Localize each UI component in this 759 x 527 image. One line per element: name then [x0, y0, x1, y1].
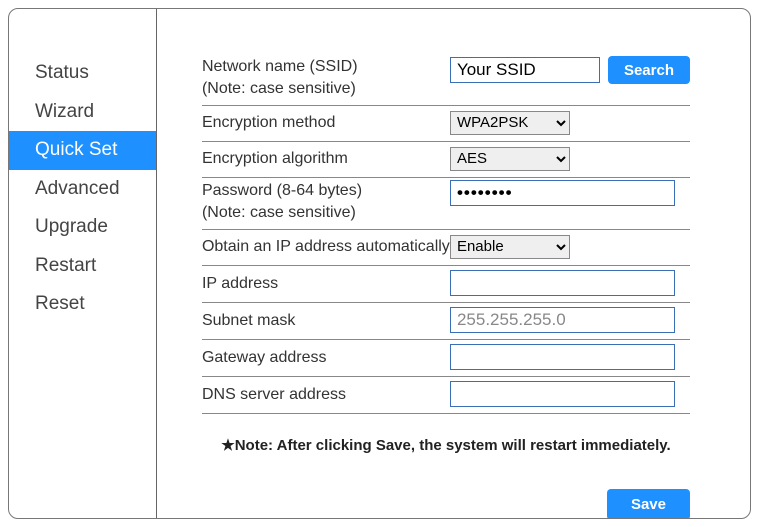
row-enc-method: Encryption method WPA2PSK: [202, 106, 690, 142]
label-ssid-text: Network name (SSID): [202, 56, 450, 78]
dhcp-select[interactable]: Enable: [450, 235, 570, 259]
row-dhcp: Obtain an IP address automatically Enabl…: [202, 230, 690, 266]
sidebar-item-advanced[interactable]: Advanced: [9, 170, 156, 209]
sidebar-item-quick-set[interactable]: Quick Set: [9, 131, 156, 170]
ip-input[interactable]: [450, 270, 675, 296]
sidebar-item-status[interactable]: Status: [9, 54, 156, 93]
enc-algo-select[interactable]: AES: [450, 147, 570, 171]
settings-panel: Status Wizard Quick Set Advanced Upgrade…: [8, 8, 751, 519]
label-password-note: (Note: case sensitive): [202, 202, 450, 224]
label-enc-algo: Encryption algorithm: [202, 148, 450, 170]
sidebar: Status Wizard Quick Set Advanced Upgrade…: [9, 9, 157, 518]
label-password: Password (8-64 bytes) (Note: case sensit…: [202, 180, 450, 223]
ssid-input[interactable]: [450, 57, 600, 83]
password-input[interactable]: [450, 180, 675, 206]
mask-input[interactable]: [450, 307, 675, 333]
search-button[interactable]: Search: [608, 56, 690, 84]
label-ssid: Network name (SSID) (Note: case sensitiv…: [202, 56, 450, 99]
label-dhcp: Obtain an IP address automatically: [202, 236, 450, 258]
label-enc-method: Encryption method: [202, 112, 450, 134]
enc-method-select[interactable]: WPA2PSK: [450, 111, 570, 135]
sidebar-item-upgrade[interactable]: Upgrade: [9, 208, 156, 247]
dns-input[interactable]: [450, 381, 675, 407]
sidebar-item-wizard[interactable]: Wizard: [9, 93, 156, 132]
sidebar-item-restart[interactable]: Restart: [9, 247, 156, 286]
row-ip: IP address: [202, 266, 690, 303]
row-mask: Subnet mask: [202, 303, 690, 340]
row-dns: DNS server address: [202, 377, 690, 414]
row-password: Password (8-64 bytes) (Note: case sensit…: [202, 178, 690, 230]
label-password-text: Password (8-64 bytes): [202, 180, 450, 202]
main-form: Network name (SSID) (Note: case sensitiv…: [157, 9, 750, 518]
label-mask: Subnet mask: [202, 310, 450, 332]
label-dns: DNS server address: [202, 384, 450, 406]
row-ssid: Network name (SSID) (Note: case sensitiv…: [202, 54, 690, 106]
sidebar-item-reset[interactable]: Reset: [9, 285, 156, 324]
row-enc-algo: Encryption algorithm AES: [202, 142, 690, 178]
label-ip: IP address: [202, 273, 450, 295]
save-button[interactable]: Save: [607, 489, 690, 519]
restart-note: ★Note: After clicking Save, the system w…: [202, 436, 690, 454]
label-ssid-note: (Note: case sensitive): [202, 78, 450, 100]
row-gateway: Gateway address: [202, 340, 690, 377]
label-gateway: Gateway address: [202, 347, 450, 369]
gateway-input[interactable]: [450, 344, 675, 370]
